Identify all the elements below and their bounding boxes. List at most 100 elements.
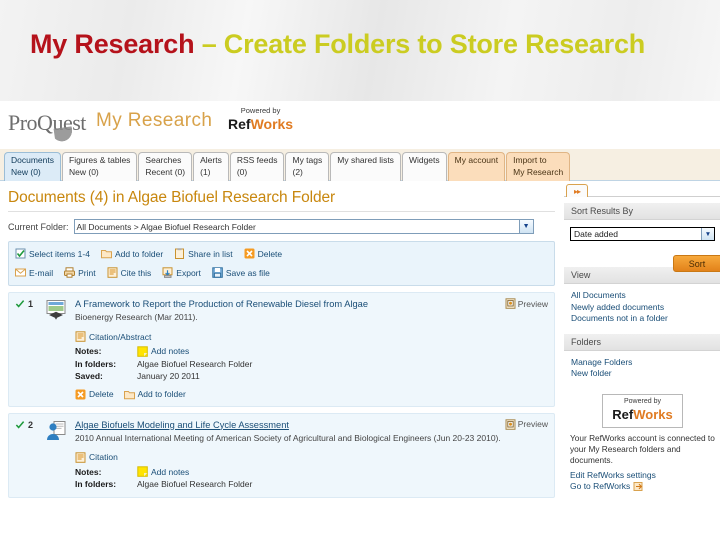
add-notes-link[interactable]: Add notes <box>137 466 189 479</box>
note-icon <box>137 466 148 478</box>
tab-label-primary: Import to <box>513 155 547 165</box>
slide-header-banner: My Research – Create Folders to Store Re… <box>0 0 720 101</box>
result-details: Citation/Abstract Notes: Add notes In folde… <box>75 331 548 400</box>
result-body: A Framework to Report the Production of … <box>75 298 548 323</box>
toolbar-item-label: Select items 1-4 <box>29 248 90 259</box>
proquest-swoosh-icon <box>53 125 83 151</box>
checkbox-icon <box>15 248 26 259</box>
add-notes-label: Add notes <box>151 346 190 356</box>
refworks-links-list: Edit RefWorks settings Go to RefWorks <box>564 466 720 493</box>
delete-x-icon <box>244 248 255 259</box>
refworks-logo: Powered by RefWorks <box>228 107 293 133</box>
notes-key: Notes: <box>75 466 102 477</box>
result-title-link[interactable]: Algae Biofuels Modeling and Life Cycle A… <box>75 419 544 431</box>
toolbar-cite-this-button[interactable]: Cite this <box>107 267 151 278</box>
toolbar-item-label: E-mail <box>29 267 54 278</box>
preview-button[interactable]: Preview <box>505 418 548 430</box>
chevron-down-icon[interactable]: ▼ <box>518 220 533 233</box>
folders-link-manage-folders[interactable]: Manage Folders <box>571 357 720 369</box>
toolbar-delete-button[interactable]: Delete <box>244 248 282 259</box>
current-folder-select[interactable]: All Documents > Algae Biofuel Research F… <box>73 219 534 234</box>
toolbar-add-to-folder-button[interactable]: Add to folder <box>100 248 163 259</box>
chevron-down-icon[interactable]: ▼ <box>701 228 714 240</box>
result-number: 1 <box>28 299 34 309</box>
documents-heading: Documents (4) in Algae Biofuel Research … <box>8 189 336 206</box>
notes-row: Notes: Add notes <box>75 466 548 479</box>
citation-abstract-link[interactable]: Citation/Abstract <box>75 331 548 342</box>
conference-paper-thumb-icon <box>45 420 67 446</box>
tab-my-shared-lists[interactable]: My shared lists <box>330 152 401 181</box>
toolbar-export-button[interactable]: Export <box>162 267 201 278</box>
view-links-list: All Documents Newly added documents Docume… <box>564 284 720 325</box>
tab-widgets[interactable]: Widgets <box>401 152 447 181</box>
citation-abstract-label: Citation <box>89 452 118 462</box>
toolbar-save-as-file-button[interactable]: Save as file <box>212 267 270 278</box>
tab-label-secondary: My Research <box>513 166 564 177</box>
saved-key: Saved: <box>75 371 103 381</box>
folders-link-new-folder[interactable]: New folder <box>571 368 720 380</box>
tab-my-tags[interactable]: My tags (2) <box>285 152 330 181</box>
result-metadata: Notes: Add notes In folders: Algae Biofuel … <box>75 345 548 383</box>
clipboard-icon <box>174 248 185 259</box>
tab-label-secondary: Recent (0) <box>145 166 186 177</box>
current-folder-row: Current Folder: All Documents > Algae Bi… <box>8 219 563 234</box>
view-link-documents-not-in-a-folder[interactable]: Documents not in a folder <box>571 313 720 325</box>
current-folder-label: Current Folder: <box>8 221 69 232</box>
export-icon <box>162 267 173 278</box>
tab-label-secondary: New (0) <box>11 166 41 177</box>
toolbar-share-in-list-button[interactable]: Share in list <box>174 248 233 259</box>
refworks-link-go-to-refworks[interactable]: Go to RefWorks <box>570 481 720 493</box>
view-link-label: All Documents <box>571 290 626 300</box>
toolbar-row-primary: Select items 1-4 Add to folder Share in li… <box>15 246 548 261</box>
toolbar-print-button[interactable]: Print <box>64 267 96 278</box>
tab-alerts[interactable]: Alerts (1) <box>193 152 229 181</box>
refworks-ref-text: Ref <box>612 406 634 422</box>
view-link-newly-added-documents[interactable]: Newly added documents <box>571 302 720 314</box>
result-add-to-folder-button[interactable]: Add to folder <box>123 389 186 400</box>
add-notes-label: Add notes <box>151 466 190 477</box>
result-metadata: Notes: Add notes In folders: Algae Biofuel … <box>75 466 548 491</box>
view-link-label: Newly added documents <box>571 301 665 312</box>
delete-x-icon <box>75 389 86 400</box>
save-icon <box>212 267 223 278</box>
brand-bar: ProQuest My Research Powered by RefWorks <box>0 101 720 151</box>
result-title-link[interactable]: A Framework to Report the Production of … <box>75 298 544 310</box>
preview-button[interactable]: Preview <box>505 298 548 309</box>
refworks-description: Your RefWorks account is connected to yo… <box>570 432 715 465</box>
toolbar-select-items-1-4-button[interactable]: Select items 1-4 <box>15 248 90 259</box>
toolbar-row-secondary: E-mail Print Cite this Export Save as file <box>15 265 548 280</box>
citation-abstract-link[interactable]: Citation <box>75 451 548 463</box>
tab-my-account[interactable]: My account <box>447 152 506 181</box>
result-delete-button[interactable]: Delete <box>75 389 114 400</box>
doc-icon <box>75 331 86 342</box>
notes-key: Notes: <box>75 346 102 356</box>
sort-button[interactable]: Sort <box>673 255 720 272</box>
sidebar-panel: Sort Results By Date added ▼ Sort View A… <box>564 196 720 540</box>
toolbar-e-mail-button[interactable]: E-mail <box>15 267 53 278</box>
sort-results-value: Date added <box>574 229 618 239</box>
tab-import-to[interactable]: Import to My Research <box>506 152 571 181</box>
results-action-toolbar: Select items 1-4 Add to folder Share in li… <box>8 241 555 286</box>
tab-figures-tables[interactable]: Figures & tables New (0) <box>62 152 138 181</box>
cite-icon <box>107 267 118 278</box>
sort-results-select[interactable]: Date added ▼ <box>570 227 715 241</box>
add-notes-link[interactable]: Add notes <box>137 345 189 358</box>
tab-documents[interactable]: Documents New (0) <box>4 152 61 181</box>
result-item: 2 Algae Biofuels Modeling and Life Cycle … <box>8 412 555 498</box>
scholarly-journal-thumb-icon <box>45 300 67 325</box>
tab-rss-feeds[interactable]: RSS feeds (0) <box>229 152 285 181</box>
tab-searches[interactable]: Searches Recent (0) <box>138 152 193 181</box>
result-select-checkbox[interactable]: 2 <box>15 419 45 430</box>
result-select-checkbox[interactable]: 1 <box>15 298 45 309</box>
refworks-link-edit-refworks-settings[interactable]: Edit RefWorks settings <box>570 470 720 482</box>
saved-row: Saved: January 20 2011 <box>75 370 548 383</box>
in-folders-value: Algae Biofuel Research Folder <box>137 358 253 369</box>
result-item: 1 A Framework to Report the Production of… <box>8 292 555 407</box>
refworks-works-text: Works <box>250 115 294 132</box>
result-actions: Delete Add to folder <box>75 389 548 400</box>
folders-link-label: Manage Folders <box>571 356 633 367</box>
toolbar-item-label: Share in list <box>188 248 233 259</box>
printer-icon <box>64 267 76 278</box>
view-link-all-documents[interactable]: All Documents <box>571 290 720 302</box>
sidebar-collapse-toggle[interactable]: ▸▸ <box>566 184 588 197</box>
